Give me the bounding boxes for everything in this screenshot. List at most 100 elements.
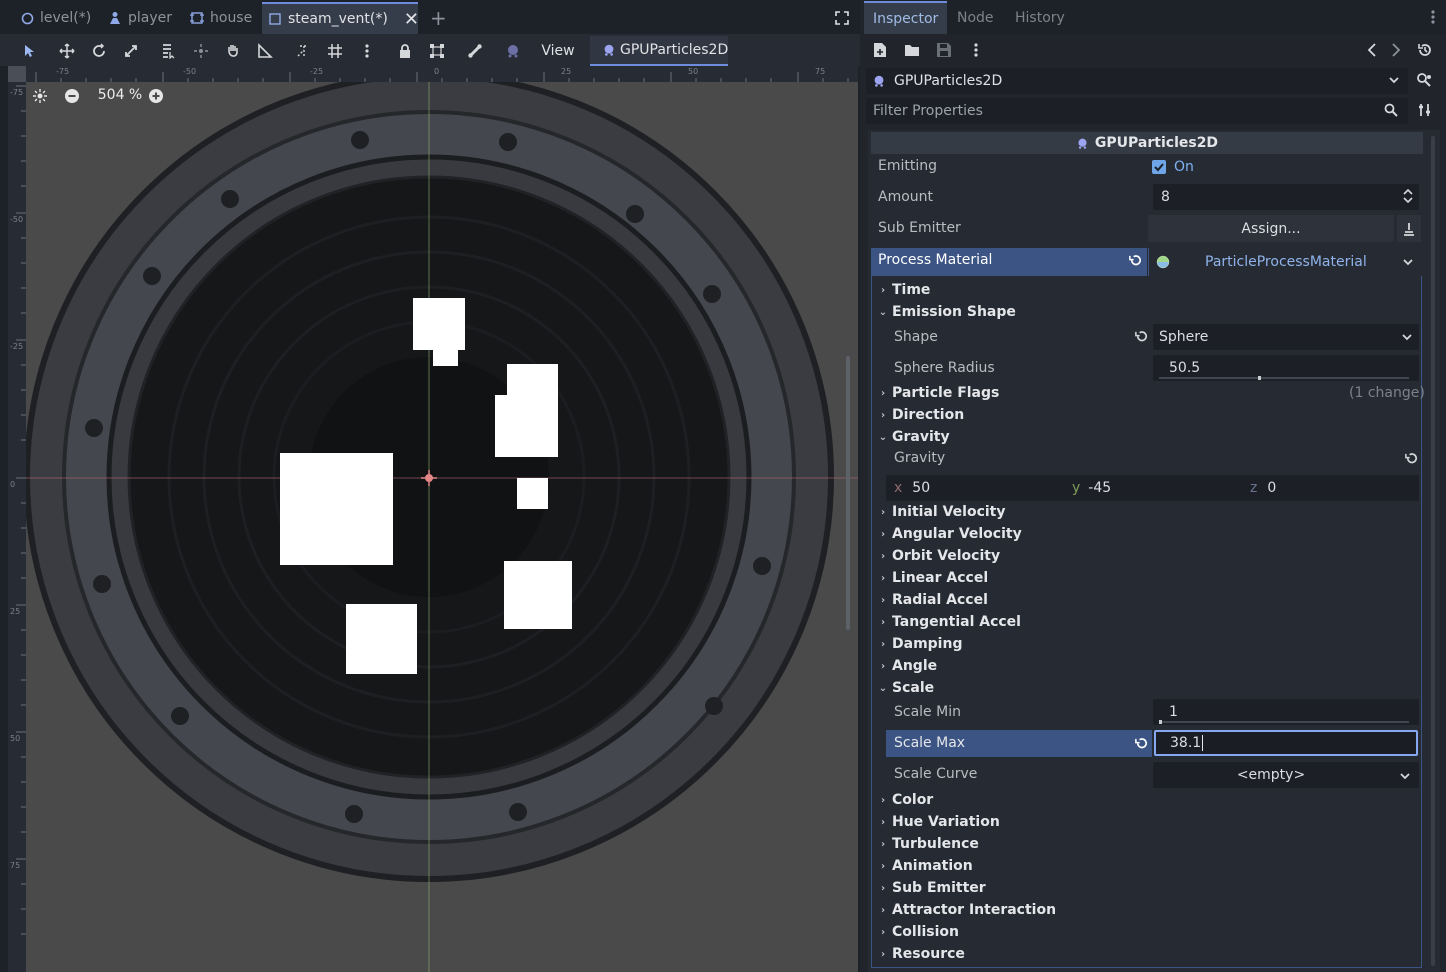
gravity-x-field[interactable]: x 50 [886,475,1064,501]
zoom-out-button[interactable] [64,88,80,104]
process-material-resource-picker[interactable]: ParticleProcessMaterial [1148,248,1422,276]
scene-tab-steam-vent[interactable]: steam_vent(*) ✕ [262,2,419,34]
filter-properties-input[interactable]: Filter Properties [866,98,1408,124]
section-particle-flags[interactable]: › Particle Flags [878,383,999,403]
scale-min-grabber[interactable] [1159,720,1162,724]
distraction-free-button[interactable] [828,4,856,32]
section-sub-emitter[interactable]: › Sub Emitter [878,878,986,898]
skeleton-button[interactable] [464,40,486,62]
chevron-down-icon [1399,769,1411,783]
section-animation[interactable]: › Animation [878,856,973,876]
sub-emitter-assign-button[interactable]: Assign... [1148,215,1394,242]
new-resource-button[interactable] [873,42,887,58]
canvas-viewport[interactable]: -75 -50 -25 0 25 50 75 -75 -50 -25 0 25 … [8,66,858,972]
section-direction[interactable]: › Direction [878,405,964,425]
section-turbulence[interactable]: › Turbulence [878,834,979,854]
scene-tab-level[interactable]: level(*) [14,4,97,32]
revert-button[interactable] [1134,736,1149,751]
object-history-button[interactable] [1417,42,1433,58]
node-info-button[interactable] [1416,72,1432,88]
shape-select[interactable]: Sphere [1153,324,1419,350]
section-color[interactable]: › Color [878,790,933,810]
scene-tab-house[interactable]: house [184,4,258,32]
zoom-level[interactable]: 504 % [88,87,152,107]
lock-button[interactable] [394,40,416,62]
horizontal-ruler[interactable]: -75 -50 -25 0 25 50 75 [26,66,858,82]
scene-tab-label: player [128,10,173,26]
section-angular-velocity[interactable]: › Angular Velocity [878,524,1022,544]
resource-menu-button[interactable] [973,42,979,58]
section-damping[interactable]: › Damping [878,634,963,654]
vertical-ruler[interactable]: -75 -50 -25 0 25 50 75 [8,82,26,972]
class-header[interactable]: GPUParticles2D [871,132,1423,154]
chevron-right-icon: › [880,409,886,421]
revert-icon [1404,451,1419,466]
inspector-scrollbar[interactable] [1431,136,1435,966]
particles-emit-button[interactable] [502,40,524,62]
sphere-radius-grabber[interactable] [1258,376,1261,380]
view-menu[interactable]: View [534,40,582,62]
node-context-button[interactable]: GPUParticles2D [590,36,728,66]
center-view-button[interactable] [32,88,48,104]
section-scale[interactable]: ⌄ Scale [878,678,934,698]
history-back-button[interactable] [1366,42,1378,58]
rotate-mode-button[interactable] [88,40,110,62]
section-gravity[interactable]: ⌄ Gravity [878,427,950,447]
spin-arrows-icon[interactable] [1403,188,1413,204]
save-resource-button[interactable] [936,42,952,58]
move-mode-button[interactable] [56,40,78,62]
gravity-y-field[interactable]: y -45 [1064,475,1242,501]
add-tab-button[interactable]: + [424,4,453,32]
section-orbit-velocity[interactable]: › Orbit Velocity [878,546,1000,566]
node-path-selector[interactable]: GPUParticles2D [866,68,1408,94]
section-resource[interactable]: › Resource [878,944,965,964]
revert-button[interactable] [1128,253,1143,268]
emitting-checkbox[interactable]: On [1152,159,1194,175]
select-mode-button[interactable] [18,40,40,62]
snap-options-button[interactable] [356,40,378,62]
section-tangential-accel[interactable]: › Tangential Accel [878,612,1021,632]
close-icon[interactable]: ✕ [404,9,419,30]
revert-button[interactable] [1404,451,1419,466]
group-button[interactable] [426,40,448,62]
section-angle[interactable]: › Angle [878,656,937,676]
grid-snap-button[interactable] [324,40,346,62]
group-icon [429,43,445,59]
scene-tab-label: house [210,10,253,26]
ruler-mode-button[interactable] [254,40,276,62]
chevron-right-icon: › [880,594,886,606]
load-resource-button[interactable] [904,42,920,58]
sphere-radius-label: Sphere Radius [894,360,995,376]
smart-snap-button[interactable] [292,40,314,62]
section-linear-accel[interactable]: › Linear Accel [878,568,988,588]
amount-spinbox[interactable]: 8 [1153,184,1419,210]
section-label: Angle [892,658,938,674]
section-emission-shape[interactable]: ⌄ Emission Shape [878,302,1016,322]
revert-button[interactable] [1134,329,1149,344]
sub-emitter-pick-button[interactable] [1397,215,1421,242]
tab-history[interactable]: History [1006,3,1074,32]
particles-icon [505,43,521,59]
section-radial-accel[interactable]: › Radial Accel [878,590,988,610]
scene-tab-label: level(*) [40,10,92,26]
scale-max-input[interactable]: 38.1 [1154,730,1418,756]
section-collision[interactable]: › Collision [878,922,959,942]
tab-node[interactable]: Node [948,3,1003,32]
tab-inspector[interactable]: Inspector [864,1,948,34]
chevron-down-icon: ⌄ [878,306,888,318]
scale-mode-button[interactable] [120,40,142,62]
scale-curve-resource-picker[interactable]: <empty> [1153,762,1419,788]
scene-tab-player[interactable]: player [102,4,178,32]
zoom-in-button[interactable] [148,88,164,104]
history-forward-button[interactable] [1390,42,1402,58]
dock-menu-button[interactable] [1430,9,1436,25]
pivot-mode-button[interactable] [190,40,212,62]
section-hue-variation[interactable]: › Hue Variation [878,812,1000,832]
gravity-z-field[interactable]: z 0 [1242,475,1419,501]
section-time[interactable]: › Time [878,280,931,300]
list-select-button[interactable] [158,40,180,62]
section-initial-velocity[interactable]: › Initial Velocity [878,502,1006,522]
section-attractor-interaction[interactable]: › Attractor Interaction [878,900,1056,920]
pan-mode-button[interactable] [222,40,244,62]
property-settings-button[interactable] [1417,102,1433,118]
